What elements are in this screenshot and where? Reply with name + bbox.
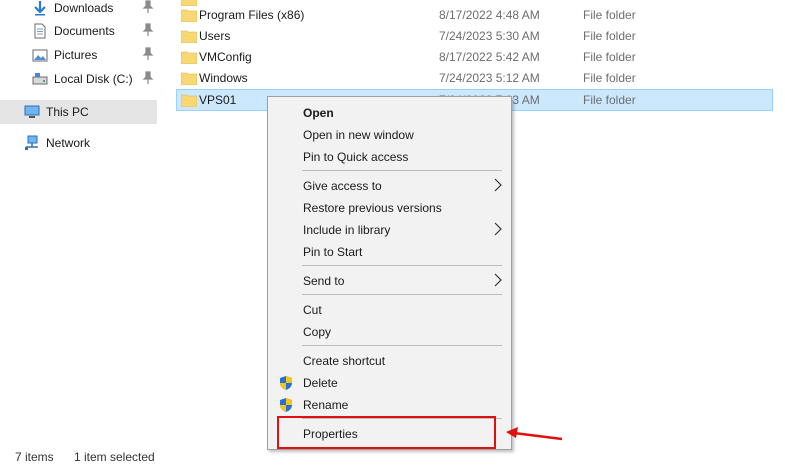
file-name: Program Files (x86) <box>199 8 305 22</box>
menu-item-label: Open <box>303 106 334 120</box>
menu-separator <box>302 345 502 346</box>
context-menu: Open Open in new window Pin to Quick acc… <box>267 96 512 450</box>
nav-item-this-pc[interactable]: This PC <box>0 100 157 124</box>
menu-item-cut[interactable]: Cut <box>270 299 509 321</box>
folder-icon <box>181 9 197 22</box>
nav-item-local-disk[interactable]: Local Disk (C:) <box>0 68 157 90</box>
menu-item-copy[interactable]: Copy <box>270 321 509 343</box>
menu-item-rename[interactable]: Rename <box>270 394 509 416</box>
menu-item-include-library[interactable]: Include in library <box>270 219 509 241</box>
chevron-right-icon <box>494 273 502 287</box>
menu-item-label: Delete <box>303 376 338 390</box>
nav-item-pictures[interactable]: Pictures <box>0 44 157 66</box>
documents-icon <box>34 23 46 39</box>
menu-item-give-access[interactable]: Give access to <box>270 175 509 197</box>
menu-item-label: Copy <box>303 325 332 339</box>
file-row[interactable]: Windows 7/24/2023 5:12 AM File folder <box>176 68 773 89</box>
menu-item-open-new-window[interactable]: Open in new window <box>270 124 509 146</box>
annotation-highlight-box <box>277 416 496 449</box>
menu-item-send-to[interactable]: Send to <box>270 270 509 292</box>
file-type: File folder <box>583 71 636 85</box>
status-bar: 7 items 1 item selected <box>0 446 785 468</box>
menu-item-label: Rename <box>303 398 349 412</box>
menu-item-label: Pin to Quick access <box>303 150 409 164</box>
file-date: 8/17/2022 4:48 AM <box>439 8 540 22</box>
menu-item-label: Include in library <box>303 223 391 237</box>
file-type: File folder <box>583 29 636 43</box>
file-type: File folder <box>583 93 636 107</box>
pictures-icon <box>32 49 48 62</box>
download-arrow-icon <box>34 1 46 16</box>
menu-item-label: Give access to <box>303 179 382 193</box>
file-row[interactable]: Users 7/24/2023 5:30 AM File folder <box>176 26 773 47</box>
pin-icon <box>142 22 154 38</box>
file-type: File folder <box>583 50 636 64</box>
menu-item-delete[interactable]: Delete <box>270 372 509 394</box>
nav-item-label: Documents <box>54 24 115 38</box>
file-date: 8/17/2022 5:42 AM <box>439 50 540 64</box>
uac-shield-icon <box>280 376 292 390</box>
folder-icon <box>181 94 197 107</box>
nav-item-label: Downloads <box>54 1 114 15</box>
nav-item-label: Local Disk (C:) <box>54 72 133 86</box>
file-row[interactable]: VMConfig 8/17/2022 5:42 AM File folder <box>176 47 773 68</box>
pin-icon <box>142 46 154 62</box>
menu-item-create-shortcut[interactable]: Create shortcut <box>270 350 509 372</box>
folder-icon <box>181 30 197 43</box>
navigation-pane: Downloads Documents Pictures Local Disk … <box>0 0 160 440</box>
menu-item-label: Pin to Start <box>303 245 363 259</box>
menu-item-label: Open in new window <box>303 128 414 142</box>
uac-shield-icon <box>280 398 292 412</box>
pin-icon <box>142 70 154 86</box>
folder-icon <box>181 72 197 85</box>
menu-item-restore-versions[interactable]: Restore previous versions <box>270 197 509 219</box>
menu-separator <box>302 294 502 295</box>
nav-item-documents[interactable]: Documents <box>0 20 157 42</box>
file-name: Users <box>199 29 231 43</box>
file-name: Windows <box>199 71 248 85</box>
menu-separator <box>302 265 502 266</box>
pin-icon <box>142 0 154 15</box>
menu-item-open[interactable]: Open <box>270 102 509 124</box>
status-item-count: 7 items <box>15 450 54 464</box>
nav-item-downloads[interactable]: Downloads <box>0 0 157 19</box>
file-date: 7/24/2023 5:30 AM <box>439 29 540 43</box>
menu-item-label: Create shortcut <box>303 354 386 368</box>
menu-item-label: Send to <box>303 274 345 288</box>
menu-separator <box>302 170 502 171</box>
nav-item-label: Pictures <box>54 48 98 62</box>
nav-item-label: This PC <box>46 105 89 119</box>
menu-item-pin-start[interactable]: Pin to Start <box>270 241 509 263</box>
file-date: 7/24/2023 5:12 AM <box>439 71 540 85</box>
chevron-right-icon <box>494 222 502 236</box>
file-name: VMConfig <box>199 50 252 64</box>
file-name: VPS01 <box>199 93 237 107</box>
nav-item-label: Network <box>46 136 91 150</box>
menu-item-label: Cut <box>303 303 322 317</box>
chevron-right-icon <box>494 178 502 192</box>
menu-item-pin-quick-access[interactable]: Pin to Quick access <box>270 146 509 168</box>
status-selection: 1 item selected <box>74 450 155 464</box>
menu-item-label: Restore previous versions <box>303 201 442 215</box>
folder-icon <box>181 51 197 64</box>
drive-icon <box>32 73 48 85</box>
file-type: File folder <box>583 8 636 22</box>
file-row[interactable]: Program Files (x86) 8/17/2022 4:48 AM Fi… <box>176 5 773 26</box>
nav-item-network[interactable]: Network <box>0 132 157 154</box>
network-icon <box>25 135 38 150</box>
computer-icon <box>24 105 40 118</box>
